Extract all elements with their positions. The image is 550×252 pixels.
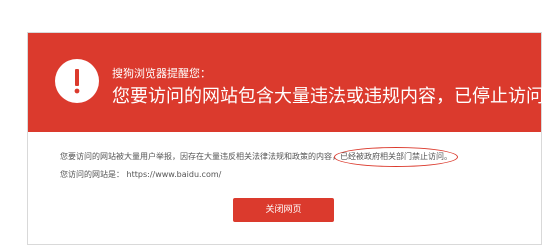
url-label: 您访问的网站是： — [60, 170, 124, 179]
visited-url-line: 您访问的网站是： https://www.baidu.com/ — [60, 169, 221, 181]
banner-subtitle: 搜狗浏览器提醒您： — [112, 67, 211, 80]
exclamation-icon — [55, 59, 99, 103]
reason-highlight: 已经被政府相关部门禁止访问。 — [334, 147, 458, 167]
url-value: https://www.baidu.com/ — [126, 170, 222, 179]
reason-prefix: 您要访问的网站被大量用户举报，因存在大量违反相关法律法规和政策的内容， — [60, 152, 340, 161]
warning-card: 搜狗浏览器提醒您： 您要访问的网站包含大量违法或违规内容，已停止访问。 您要访问… — [27, 32, 550, 245]
warning-banner: 搜狗浏览器提醒您： 您要访问的网站包含大量违法或违规内容，已停止访问。 — [28, 33, 550, 132]
exclamation-glyph — [74, 69, 80, 94]
close-page-button[interactable]: 关闭网页 — [233, 198, 334, 222]
block-reason-text: 您要访问的网站被大量用户举报，因存在大量违反相关法律法规和政策的内容，已经被政府… — [60, 147, 458, 167]
page: 搜狗浏览器提醒您： 您要访问的网站包含大量违法或违规内容，已停止访问。 您要访问… — [0, 0, 550, 252]
banner-title: 您要访问的网站包含大量违法或违规内容，已停止访问。 — [112, 86, 550, 107]
